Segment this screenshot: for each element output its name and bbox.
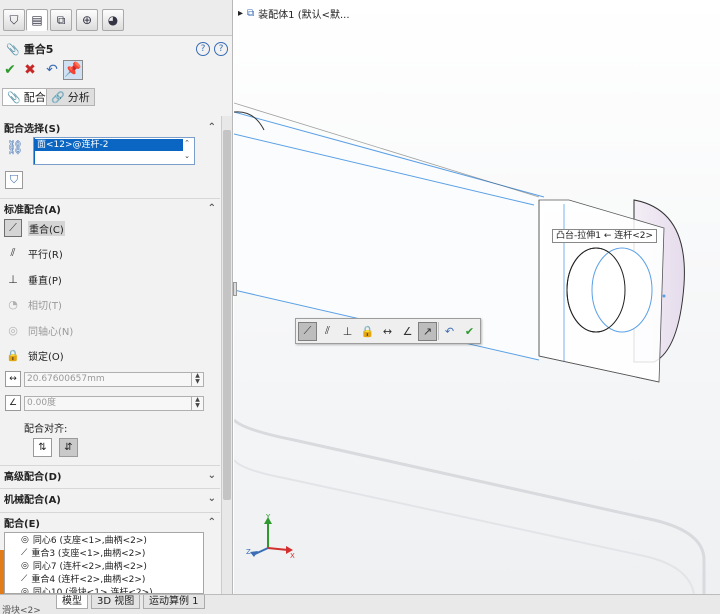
list-item[interactable]: ◎ 同心10 (滑块<1>,连杆<2>) [5, 585, 203, 594]
property-manager-tab-icon[interactable]: ▤ [26, 9, 48, 31]
perpendicular-mate-option[interactable]: ⊥ 垂直(P) [4, 268, 204, 290]
panel-splitter[interactable] [233, 282, 237, 296]
entities-to-mate-icon: ⛓ [6, 140, 24, 156]
chevron-up-icon: ⌃ [207, 121, 216, 133]
section-mates[interactable]: 配合(E) ⌃ [0, 512, 220, 532]
concentric-icon: ◎ [8, 323, 18, 337]
coincident-icon: ⟋ [21, 547, 28, 558]
pm-scrollbar[interactable] [221, 116, 232, 594]
featuremanager-tabs: ⛉ ▤ ⧉ ⊕ ◕ [0, 0, 232, 36]
tab-mates[interactable]: 📎 配合 [2, 88, 51, 106]
display-manager-tab-icon[interactable]: ◕ [102, 9, 124, 31]
model-view [234, 0, 720, 594]
ok-button[interactable]: ✔ [0, 60, 20, 80]
toolbar-separator [438, 322, 439, 340]
distance-mate-icon[interactable]: ↔ [5, 371, 21, 387]
assembly-tree-root[interactable]: ▸ ⧉ 装配体1 (默认<默... [238, 6, 350, 21]
tab-analysis[interactable]: 🔗 分析 [46, 88, 95, 106]
pin-icon[interactable]: 📌 [63, 60, 83, 80]
coincident-mate-option[interactable]: ⟋ 重合(C) [4, 217, 204, 239]
scrollbar-thumb[interactable] [223, 130, 231, 500]
tab-motion-study[interactable]: 运动算例 1 [143, 595, 205, 609]
triad-z-label: Z [246, 548, 251, 556]
tab-3d-view[interactable]: 3D 视图 [91, 595, 141, 609]
angle-spinner-icon: ▲ ▼ [191, 397, 203, 410]
triad-y-label: Y [265, 513, 271, 521]
analysis-icon: 🔗 [51, 90, 65, 104]
section-mate-selection[interactable]: 配合选择(S) ⌃ [0, 117, 220, 137]
lock-icon[interactable]: 🔒 [358, 322, 377, 341]
flip-alignment-icon[interactable]: ↗ [418, 321, 437, 341]
angle-icon[interactable]: ∠ [398, 322, 417, 341]
concentric-icon: ◎ [21, 534, 29, 545]
rollback-marker [0, 550, 4, 594]
mate-icon: 📎 [6, 42, 20, 56]
list-item[interactable]: ◎ 同心7 (连杆<2>,曲柄<2>) [5, 559, 203, 573]
mate-selection-list[interactable]: 面<12>@连杆-2 ⌃ ⌄ [33, 137, 195, 165]
lock-mate-option[interactable]: 🔒 锁定(O) [4, 344, 204, 366]
expand-arrow-icon[interactable]: ▸ [238, 8, 243, 19]
section-standard-mates[interactable]: 标准配合(A) ⌃ [0, 198, 220, 218]
what-is-wrong-icon[interactable]: ? [196, 42, 210, 56]
cancel-button[interactable]: ✖ [20, 60, 40, 80]
section-advanced-mates[interactable]: 高级配合(D) ⌄ [0, 465, 220, 485]
help-icon[interactable]: ? [214, 42, 228, 56]
parallel-icon: ⫽ [10, 246, 16, 259]
status-text: 滑块<2> [2, 606, 41, 614]
coincident-icon: ⟋ [4, 219, 22, 237]
undo-icon[interactable]: ↶ [42, 60, 62, 80]
configuration-manager-tab-icon[interactable]: ⧉ [50, 9, 72, 31]
list-item[interactable]: ⟋ 重合3 (支座<1>,曲柄<2>) [5, 546, 203, 560]
coincident-icon[interactable]: ⟋ [298, 321, 317, 341]
chevron-up-icon: ⌃ [207, 517, 216, 528]
angle-mate-icon[interactable]: ∠ [5, 395, 21, 411]
tangent-mate-option: ◔ 相切(T) [4, 293, 204, 315]
property-manager: ⛉ ▤ ⧉ ⊕ ◕ 📎 重合5 ? ? ✔ ✖ ↶ 📌 📎 配合 🔗 分析 配合… [0, 0, 233, 594]
feature-tree-tab-icon[interactable]: ⛉ [3, 9, 25, 31]
view-triad: Y X Z [246, 513, 295, 560]
mate-alignment-label: 配合对齐: [24, 424, 68, 435]
list-up-icon[interactable]: ⌃ [181, 139, 193, 149]
tangent-icon: ◔ [8, 297, 18, 311]
perpendicular-icon[interactable]: ⊥ [338, 322, 357, 341]
section-mechanical-mates[interactable]: 机械配合(A) ⌄ [0, 488, 220, 508]
parallel-mate-option[interactable]: ⫽ 平行(R) [4, 242, 204, 264]
lock-icon: 🔒 [6, 348, 20, 362]
assembly-icon: ⧉ [247, 8, 255, 19]
bottom-bar: 滑块<2> 模型 3D 视图 运动算例 1 [0, 594, 720, 614]
angle-field: 0.00度 ▲ ▼ [24, 396, 204, 411]
parallel-icon[interactable]: ⫽ [318, 322, 337, 341]
pm-title: 📎 重合5 [6, 42, 54, 57]
mate-context-toolbar: ⟋ ⫽ ⊥ 🔒 ↔ ∠ ↗ ↶ ✔ [295, 318, 481, 344]
triad-x-label: X [290, 552, 295, 560]
list-item[interactable]: ◎ 同心6 (支座<1>,曲柄<2>) [5, 533, 203, 547]
concentric-icon: ◎ [21, 560, 29, 571]
list-down-icon[interactable]: ⌄ [181, 152, 193, 162]
perpendicular-icon: ⊥ [8, 272, 18, 286]
anti-aligned-icon[interactable]: ⇵ [59, 438, 78, 457]
undo-icon[interactable]: ↶ [440, 322, 459, 341]
distance-field: 20.67600657mm ▲ ▼ [24, 372, 204, 387]
multi-mate-mode-icon[interactable]: ⛉ [5, 171, 23, 189]
chevron-down-icon: ⌄ [207, 493, 216, 504]
distance-spinner-icon: ▲ ▼ [191, 373, 203, 386]
ok-check-icon[interactable]: ✔ [460, 322, 479, 341]
mate-icon: 📎 [7, 90, 21, 104]
concentric-mate-option: ◎ 同轴心(N) [4, 319, 204, 341]
mates-list[interactable]: ◎ 同心6 (支座<1>,曲柄<2>) ⟋ 重合3 (支座<1>,曲柄<2>) … [4, 532, 204, 594]
tab-model[interactable]: 模型 [56, 595, 88, 609]
coincident-icon: ⟋ [21, 573, 28, 584]
concentric-icon: ◎ [21, 586, 29, 594]
graphics-area[interactable]: ▸ ⧉ 装配体1 (默认<默... 凸台-拉伸1 ← 连杆<2> ⟋ ⫽ ⊥ 🔒… [234, 0, 720, 594]
distance-icon[interactable]: ↔ [378, 322, 397, 341]
chevron-down-icon: ⌄ [207, 470, 216, 481]
chevron-up-icon: ⌃ [207, 203, 216, 214]
selected-entity[interactable]: 面<12>@连杆-2 [35, 139, 183, 151]
list-item[interactable]: ⟋ 重合4 (连杆<2>,曲柄<2>) [5, 572, 203, 586]
dimxpert-tab-icon[interactable]: ⊕ [76, 9, 98, 31]
selection-tooltip: 凸台-拉伸1 ← 连杆<2> [552, 229, 658, 243]
aligned-icon[interactable]: ⇅ [33, 438, 52, 457]
